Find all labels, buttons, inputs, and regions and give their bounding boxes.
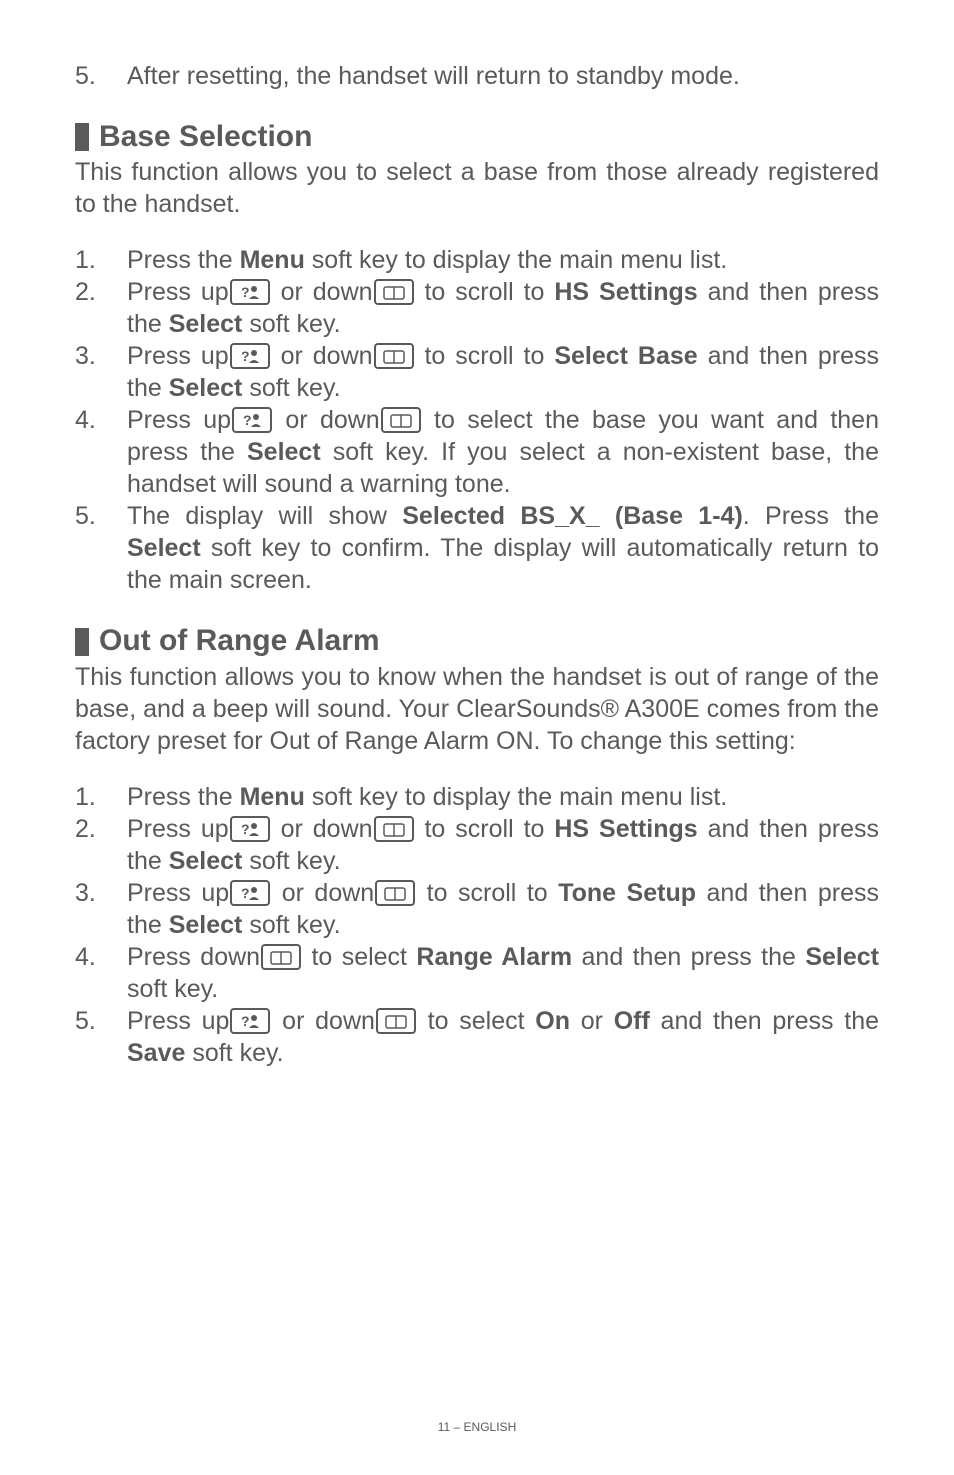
step-number: 5. [75,500,96,532]
step-number: 5. [75,60,96,92]
step-number: 2. [75,813,96,845]
svg-text:?: ? [241,348,250,364]
svg-text:?: ? [243,412,252,428]
up-key-icon: ? [230,1008,270,1034]
step-item: 2. Press up? or down to scroll to HS Set… [127,813,879,877]
down-key-icon [381,407,421,433]
up-key-icon: ? [230,880,270,906]
heading-bar-icon [75,628,89,656]
svg-text:?: ? [241,885,250,901]
step-number: 4. [75,404,96,436]
step-item: 1. Press the Menu soft key to display th… [127,244,879,276]
step-item: 3. Press up? or down to scroll to Select… [127,340,879,404]
down-key-icon [374,279,414,305]
heading-text: Base Selection [99,118,312,156]
section2-intro: This function allows you to know when th… [75,661,879,757]
down-key-icon [375,880,415,906]
down-key-icon [261,944,301,970]
heading-text: Out of Range Alarm [99,622,380,660]
step-number: 4. [75,941,96,973]
svg-text:?: ? [241,284,250,300]
step-number: 5. [75,1005,96,1037]
svg-text:?: ? [241,821,250,837]
page-footer: 11 – ENGLISH [75,1400,879,1435]
up-key-icon: ? [232,407,272,433]
up-key-icon: ? [230,343,270,369]
svg-text:?: ? [241,1013,250,1029]
step-item: 5. Press up? or down to select On or Off… [127,1005,879,1069]
step-number: 3. [75,877,96,909]
intro-step-list: 5. After resetting, the handset will ret… [75,60,879,92]
down-key-icon [376,1008,416,1034]
step-item: 2. Press up? or down to scroll to HS Set… [127,276,879,340]
step-item: 5. After resetting, the handset will ret… [127,60,879,92]
step-number: 3. [75,340,96,372]
section2-steps: 1. Press the Menu soft key to display th… [75,781,879,1069]
step-number: 1. [75,244,96,276]
heading-bar-icon [75,123,89,151]
step-text: After resetting, the handset will return… [127,62,740,90]
step-item: 4. Press up? or down to select the base … [127,404,879,500]
up-key-icon: ? [230,816,270,842]
step-number: 1. [75,781,96,813]
step-item: 3. Press up? or down to scroll to Tone S… [127,877,879,941]
step-item: 1. Press the Menu soft key to display th… [127,781,879,813]
up-key-icon: ? [230,279,270,305]
section-heading-base-selection: Base Selection [75,118,879,156]
down-key-icon [374,816,414,842]
step-item: 4. Press down to select Range Alarm and … [127,941,879,1005]
down-key-icon [374,343,414,369]
section-heading-out-of-range: Out of Range Alarm [75,622,879,660]
step-item: 5. The display will show Selected BS_X_ … [127,500,879,596]
step-number: 2. [75,276,96,308]
section1-intro: This function allows you to select a bas… [75,156,879,220]
section1-steps: 1. Press the Menu soft key to display th… [75,244,879,596]
